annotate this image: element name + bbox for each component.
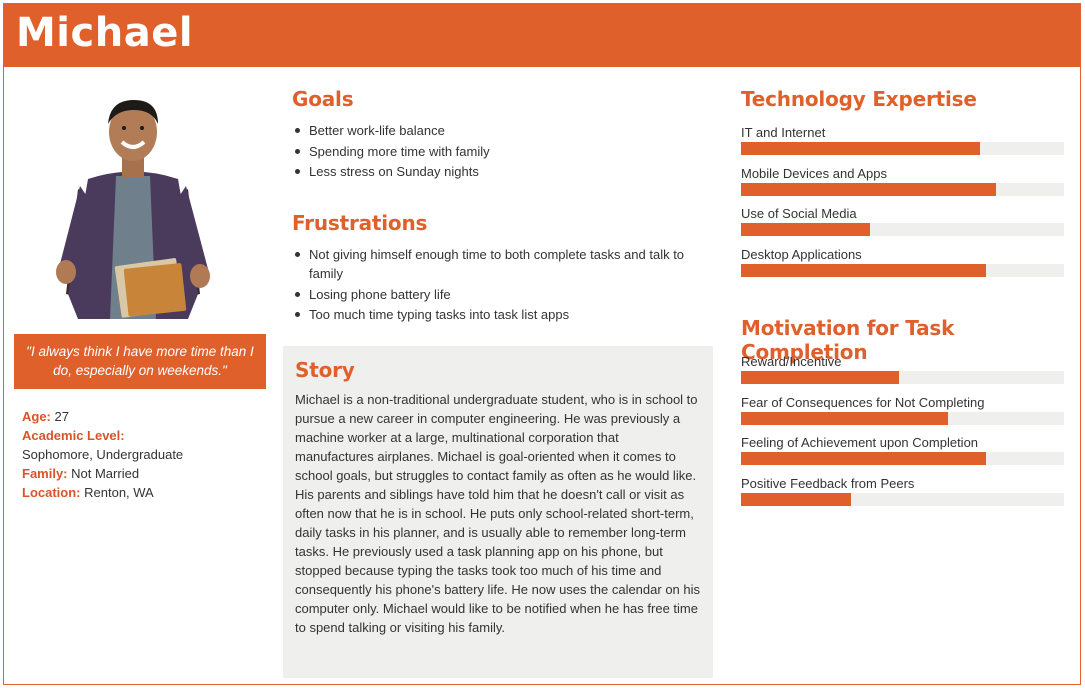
motivation-bars: Reward/Incentive Fear of Consequences fo…	[741, 351, 1064, 513]
motivation-row: Positive Feedback from Peers	[741, 473, 1064, 514]
motivation-track	[741, 452, 1064, 465]
fact-age-value: 27	[54, 409, 69, 424]
persona-facts: Age: 27 Academic Level: Sophomore, Under…	[22, 407, 272, 502]
fact-family: Family: Not Married	[22, 464, 272, 483]
motivation-row: Fear of Consequences for Not Completing	[741, 392, 1064, 433]
header-banner: Michael	[4, 4, 1080, 67]
goals-list: Better work-life balance Spending more t…	[292, 121, 712, 183]
motivation-fill	[741, 411, 948, 425]
tech-row: IT and Internet	[741, 122, 1064, 163]
persona-photo	[56, 100, 210, 319]
motivation-label: Feeling of Achievement upon Completion	[741, 435, 979, 450]
tech-label: Use of Social Media	[741, 206, 857, 221]
tech-row: Desktop Applications	[741, 244, 1064, 285]
goal-item: Spending more time with family	[292, 142, 712, 161]
fact-level-label: Academic Level:	[22, 428, 125, 443]
fact-age: Age: 27	[22, 407, 272, 426]
motivation-label: Reward/Incentive	[741, 354, 842, 369]
frustration-item: Losing phone battery life	[292, 285, 712, 304]
motivation-row: Reward/Incentive	[741, 351, 1064, 392]
fact-location-label: Location:	[22, 485, 81, 500]
frustration-item: Too much time typing tasks into task lis…	[292, 305, 712, 324]
tech-track	[741, 263, 1064, 277]
fact-age-label: Age:	[22, 409, 51, 424]
persona-name: Michael	[16, 10, 194, 56]
tech-track	[741, 142, 1064, 155]
tech-fill	[741, 223, 871, 236]
tech-label: Desktop Applications	[741, 246, 862, 262]
motivation-track	[741, 371, 1064, 384]
motivation-fill	[741, 371, 900, 384]
goal-item: Less stress on Sunday nights	[292, 162, 712, 181]
motivation-track	[741, 492, 1064, 506]
motivation-fill	[741, 452, 987, 465]
story-text: Michael is a non-traditional undergradua…	[295, 392, 701, 635]
frustration-item: Not giving himself enough time to both c…	[292, 245, 712, 283]
fact-level-value: Sophomore, Undergraduate	[22, 447, 184, 462]
fact-family-label: Family:	[22, 466, 68, 481]
frustrations-list: Not giving himself enough time to both c…	[292, 245, 712, 326]
motivation-label: Fear of Consequences for Not Completing	[741, 394, 985, 410]
frustrations-heading: Frustrations	[292, 211, 428, 235]
tech-track	[741, 182, 1064, 196]
tech-row: Mobile Devices and Apps	[741, 163, 1064, 204]
fact-location-value: Renton, WA	[84, 485, 154, 500]
tech-fill	[741, 142, 981, 155]
fact-location: Location: Renton, WA	[22, 483, 272, 502]
tech-row: Use of Social Media	[741, 203, 1064, 244]
tech-label: IT and Internet	[741, 125, 826, 140]
technology-heading: Technology Expertise	[741, 87, 977, 111]
tech-fill	[741, 182, 997, 196]
persona-quote: "I always think I have more time than I …	[14, 334, 266, 389]
story-panel: Story Michael is a non-traditional under…	[283, 346, 713, 678]
tech-track	[741, 223, 1064, 236]
goals-heading: Goals	[292, 87, 354, 111]
technology-bars: IT and Internet Mobile Devices and Apps …	[741, 122, 1064, 284]
fact-level-label-row: Academic Level:	[22, 426, 272, 445]
fact-level-value-row: Sophomore, Undergraduate	[22, 445, 272, 464]
fact-family-value: Not Married	[71, 466, 140, 481]
goal-item: Better work-life balance	[292, 121, 712, 140]
story-heading: Story	[295, 358, 355, 382]
tech-label: Mobile Devices and Apps	[741, 165, 887, 181]
motivation-row: Feeling of Achievement upon Completion	[741, 432, 1064, 473]
motivation-fill	[741, 492, 851, 506]
tech-fill	[741, 263, 987, 277]
motivation-track	[741, 411, 1064, 425]
motivation-label: Positive Feedback from Peers	[741, 475, 915, 491]
persona-card: Michael "I always think I have more time…	[3, 3, 1081, 685]
